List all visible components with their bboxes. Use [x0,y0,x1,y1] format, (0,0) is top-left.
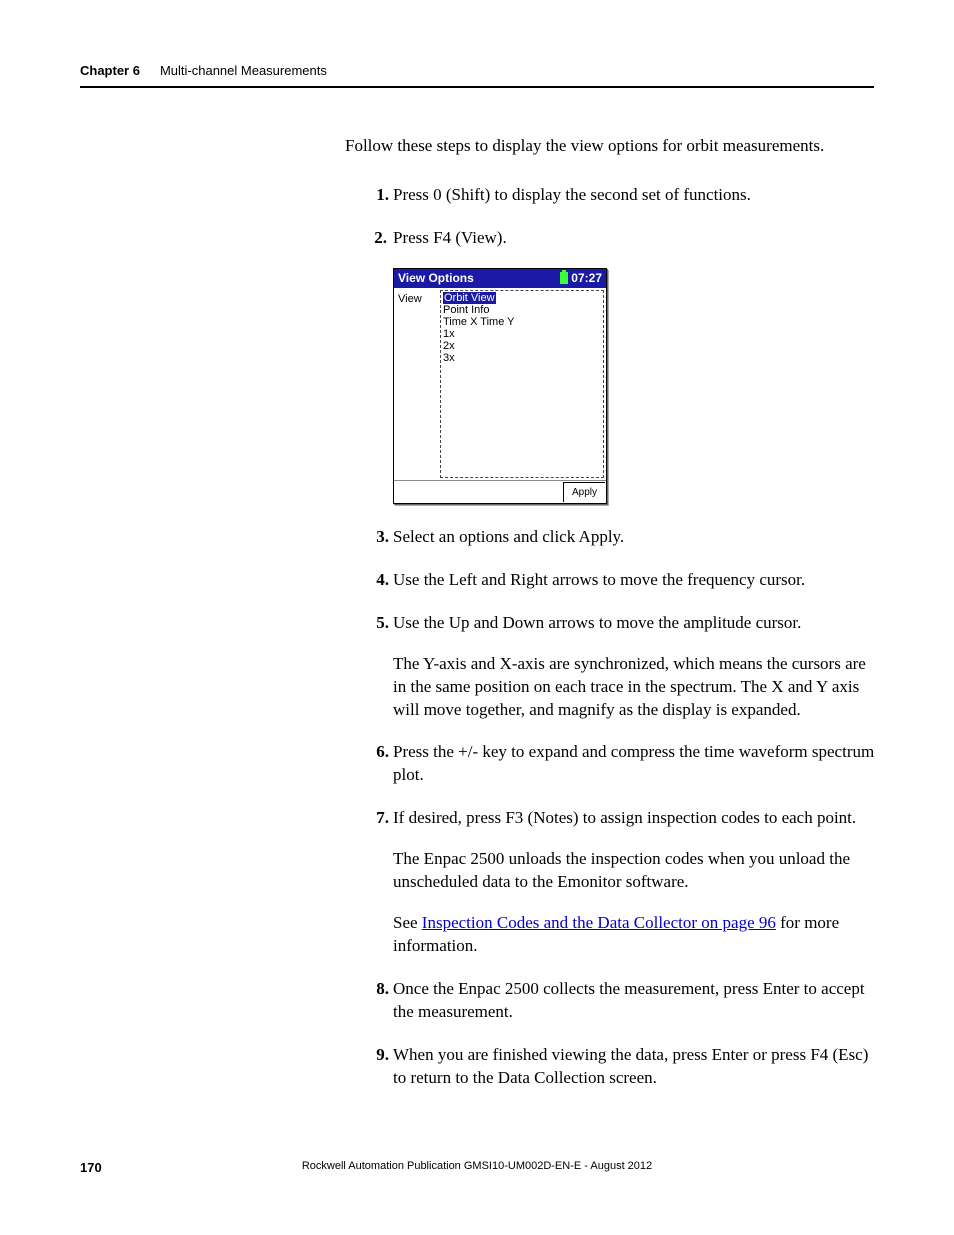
step-text: Select an options and click Apply. [393,526,876,549]
apply-button[interactable]: Apply [563,482,605,502]
inspection-codes-link[interactable]: Inspection Codes and the Data Collector … [422,913,776,932]
step-text: Once the Enpac 2500 collects the measure… [393,978,876,1024]
step-item: When you are finished viewing the data, … [345,1044,876,1090]
chapter-number: Chapter 6 [80,62,140,80]
step-para: The Enpac 2500 unloads the inspection co… [393,848,876,894]
device-screenshot: View Options 07:27 View Orbit View Point… [393,268,607,504]
device-time: 07:27 [571,270,602,286]
page-footer: 170 Rockwell Automation Publication GMSI… [80,1159,874,1177]
link-prefix: See [393,913,422,932]
step-text: Press the +/- key to expand and compress… [393,741,876,787]
step-item: Use the Up and Down arrows to move the a… [345,612,876,722]
step-text: When you are finished viewing the data, … [393,1044,876,1090]
header-rule [80,86,874,88]
device-view-label: View [396,290,440,478]
page-header: Chapter 6 Multi-channel Measurements [80,62,874,96]
steps-list: Press 0 (Shift) to display the second se… [345,184,876,1090]
step-item: Press F4 (View). View Options 07:27 View… [345,227,876,504]
step-text: Press F4 (View). [393,227,876,250]
step-para: The Y-axis and X-axis are synchronized, … [393,653,876,722]
step-text: If desired, press F3 (Notes) to assign i… [393,807,876,830]
device-titlebar: View Options 07:27 [394,269,606,288]
intro-text: Follow these steps to display the view o… [345,135,876,158]
device-option-selected[interactable]: Orbit View [443,292,496,304]
step-item: Press 0 (Shift) to display the second se… [345,184,876,207]
device-option[interactable]: Point Info [443,304,489,316]
device-option[interactable]: Time X Time Y [443,316,515,328]
device-option[interactable]: 2x [443,340,455,352]
device-title-text: View Options [398,270,474,286]
step-link-line: See Inspection Codes and the Data Collec… [393,912,876,958]
step-text: Press 0 (Shift) to display the second se… [393,184,876,207]
chapter-title: Multi-channel Measurements [160,62,327,80]
device-option[interactable]: 1x [443,328,455,340]
step-text: Use the Left and Right arrows to move th… [393,569,876,592]
publication-line: Rockwell Automation Publication GMSI10-U… [80,1159,874,1174]
device-clock: 07:27 [560,270,602,286]
step-item: If desired, press F3 (Notes) to assign i… [345,807,876,958]
step-item: Use the Left and Right arrows to move th… [345,569,876,592]
step-item: Select an options and click Apply. [345,526,876,549]
battery-icon [560,272,568,284]
step-item: Press the +/- key to expand and compress… [345,741,876,787]
device-option[interactable]: 3x [443,352,455,364]
device-options-list[interactable]: Orbit View Point Info Time X Time Y 1x 2… [440,290,604,478]
step-item: Once the Enpac 2500 collects the measure… [345,978,876,1024]
device-footer: Apply [394,480,606,503]
content-area: Follow these steps to display the view o… [345,135,876,1110]
step-text: Use the Up and Down arrows to move the a… [393,612,876,635]
